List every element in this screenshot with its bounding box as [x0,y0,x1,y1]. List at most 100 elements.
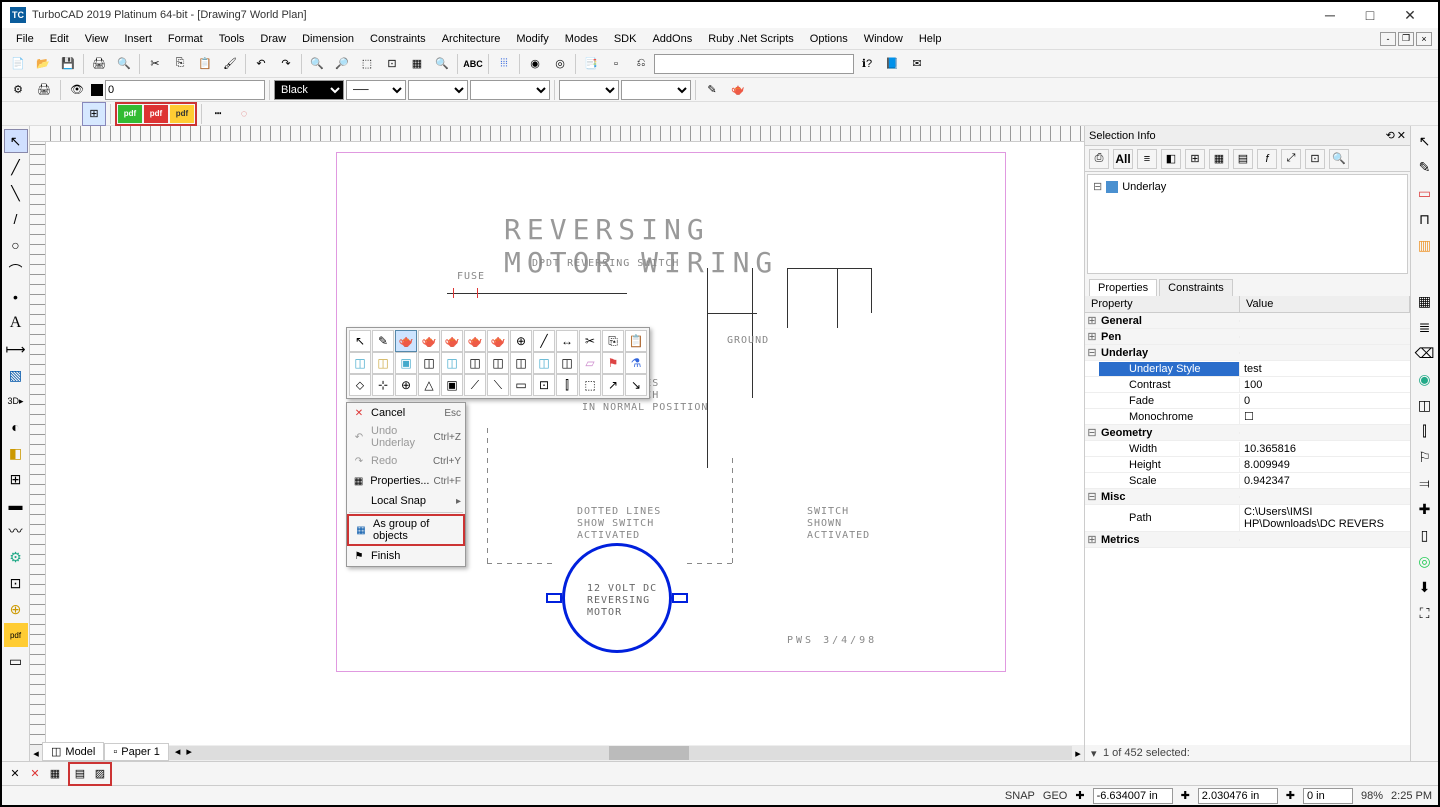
menu-options[interactable]: Options [802,31,856,47]
menu-tools[interactable]: Tools [211,31,253,47]
r-select-icon[interactable]: ↖ [1413,129,1437,153]
r-plus-icon[interactable]: ✚ [1413,497,1437,521]
ctx-undo[interactable]: ↶ Undo Underlay Ctrl+Z [347,423,465,451]
layer-icon[interactable]: 📑 [579,52,603,76]
prop-group[interactable]: ⊟Misc [1085,489,1410,505]
ctx-flag-icon[interactable]: ⚑ [602,352,624,374]
menu-format[interactable]: Format [160,31,211,47]
eye-icon[interactable]: 👁 [65,78,89,102]
coord-z[interactable] [1303,788,1353,804]
filter-2-icon[interactable]: ◧ [1161,149,1181,169]
ctx-as-group[interactable]: ▦ As group of objects [347,514,465,546]
settings-tool-icon[interactable]: ⚙ [4,545,28,569]
ctx-surf5-icon[interactable]: ▣ [441,374,463,396]
constraints-tab[interactable]: Constraints [1159,279,1233,296]
ctx-cube4-icon[interactable]: ◫ [418,352,440,374]
r-frame-icon[interactable]: ▯ [1413,523,1437,547]
minimize-button[interactable]: ─ [1310,2,1350,28]
selection-tree[interactable]: ⊟ Underlay [1087,174,1408,274]
insert-tool-icon[interactable]: ⊕ [4,597,28,621]
prop-group[interactable]: ⊟Geometry [1085,425,1410,441]
filter-4-icon[interactable]: ▦ [1209,149,1229,169]
menu-view[interactable]: View [77,31,117,47]
panel-close-icon[interactable]: ✕ [1397,129,1406,142]
ctx-cube8-icon[interactable]: ◫ [510,352,532,374]
ctx-cancel[interactable]: ✕ Cancel Esc [347,403,465,423]
r-compass-icon[interactable]: ◎ [1413,549,1437,573]
ctx-paste-icon[interactable]: 📋 [625,330,647,352]
point-tool-icon[interactable]: • [4,285,28,309]
open-icon[interactable]: 📂 [31,52,55,76]
gear-icon[interactable]: ⚙ [6,78,30,102]
pdf-export-icon[interactable]: pdf [170,105,194,123]
xref-icon[interactable]: ⎌ [629,52,653,76]
menu-edit[interactable]: Edit [42,31,77,47]
r-grid-icon[interactable]: ▦ [1413,289,1437,313]
ctx-cube6-icon[interactable]: ◫ [464,352,486,374]
ctx-render-color-icon[interactable]: 🫖 [487,330,509,352]
ctx-cube1-icon[interactable]: ◫ [349,352,371,374]
wall-tool-icon[interactable]: ▬ [4,493,28,517]
ctx-select-icon[interactable]: ↖ [349,330,371,352]
3d-tool-icon[interactable]: 3D▸ [4,389,28,413]
layer-select[interactable] [105,80,265,100]
filter-1-icon[interactable]: ≡ [1137,149,1157,169]
help-cursor-icon[interactable]: ℹ? [855,52,879,76]
new-icon[interactable]: 📄 [6,52,30,76]
filter-5-icon[interactable]: ▤ [1233,149,1253,169]
zoom-fit-icon[interactable]: ▦ [405,52,429,76]
prop-row[interactable]: Height8.009949 [1085,457,1410,473]
r-align-icon[interactable]: ⫿ [1413,419,1437,443]
tab-scroll-right[interactable]: ▸ [186,745,192,758]
command-input[interactable] [654,54,854,74]
ctx-line-icon[interactable]: ╱ [533,330,555,352]
filter-fx-icon[interactable]: f [1257,149,1277,169]
arc-tool-icon[interactable]: ⌒ [4,259,28,283]
r-filter-icon[interactable]: ⫤ [1413,471,1437,495]
pdf-underlay-icon[interactable]: pdf [144,105,168,123]
ctx-surf1-icon[interactable]: ⬦ [349,374,371,396]
menu-help[interactable]: Help [911,31,950,47]
drawing-canvas[interactable]: REVERSING MOTOR WIRING [46,142,1084,745]
prop-group[interactable]: ⊞Pen [1085,329,1410,345]
filter-icon[interactable]: ⎙ [1089,149,1109,169]
ctx-cube3-icon[interactable]: ▣ [395,352,417,374]
color-select[interactable]: Black [274,80,344,100]
ctx-move-icon[interactable]: ↔ [556,330,578,352]
maximize-button[interactable]: □ [1350,2,1390,28]
teapot-icon[interactable]: 🫖 [726,78,750,102]
grid-tool-icon[interactable]: ⊞ [4,467,28,491]
menu-insert[interactable]: Insert [116,31,160,47]
grid-toggle-icon[interactable]: ▦ [46,765,64,783]
snap-indicator[interactable]: SNAP [1005,790,1035,802]
menu-addons[interactable]: AddOns [644,31,700,47]
pdf-insert-icon[interactable]: pdf [118,105,142,123]
zoom-window-icon[interactable]: ⬚ [355,52,379,76]
ctx-cube10-icon[interactable]: ◫ [556,352,578,374]
pattern-tool-icon[interactable]: ⊡ [4,571,28,595]
r-stack-icon[interactable]: ▥ [1413,233,1437,257]
redo-icon[interactable]: ↷ [274,52,298,76]
zoom-in-icon[interactable]: 🔍 [305,52,329,76]
print-icon[interactable]: 🖨 [87,52,111,76]
ctx-flask-icon[interactable]: ⚗ [625,352,647,374]
ctx-surf8-icon[interactable]: ▭ [510,374,532,396]
prop-row[interactable]: Fade0 [1085,393,1410,409]
filter-all[interactable]: All [1113,149,1133,169]
dim-tool-icon[interactable]: ⟼ [4,337,28,361]
menu-dimension[interactable]: Dimension [294,31,362,47]
mdi-restore[interactable]: ❐ [1398,32,1414,46]
r-color-icon[interactable]: ◉ [1413,367,1437,391]
r-corners-icon[interactable]: ⛶ [1413,601,1437,625]
ctx-plane-icon[interactable]: ▱ [579,352,601,374]
brush-icon[interactable]: 🖌 [218,52,242,76]
ctx-render-blue-icon[interactable]: 🫖 [395,330,417,352]
coord-x[interactable] [1093,788,1173,804]
r-magnet-icon[interactable]: ⊓ [1413,207,1437,231]
r-measure-icon[interactable]: ✎ [1413,155,1437,179]
mail-icon[interactable]: ✉ [905,52,929,76]
line-tool-icon[interactable]: ╱ [4,155,28,179]
grid-icon[interactable]: ⦙⦙⦙ [492,52,516,76]
r-red-icon[interactable]: ▭ [1413,181,1437,205]
prop-group[interactable]: ⊟Underlay [1085,345,1410,361]
